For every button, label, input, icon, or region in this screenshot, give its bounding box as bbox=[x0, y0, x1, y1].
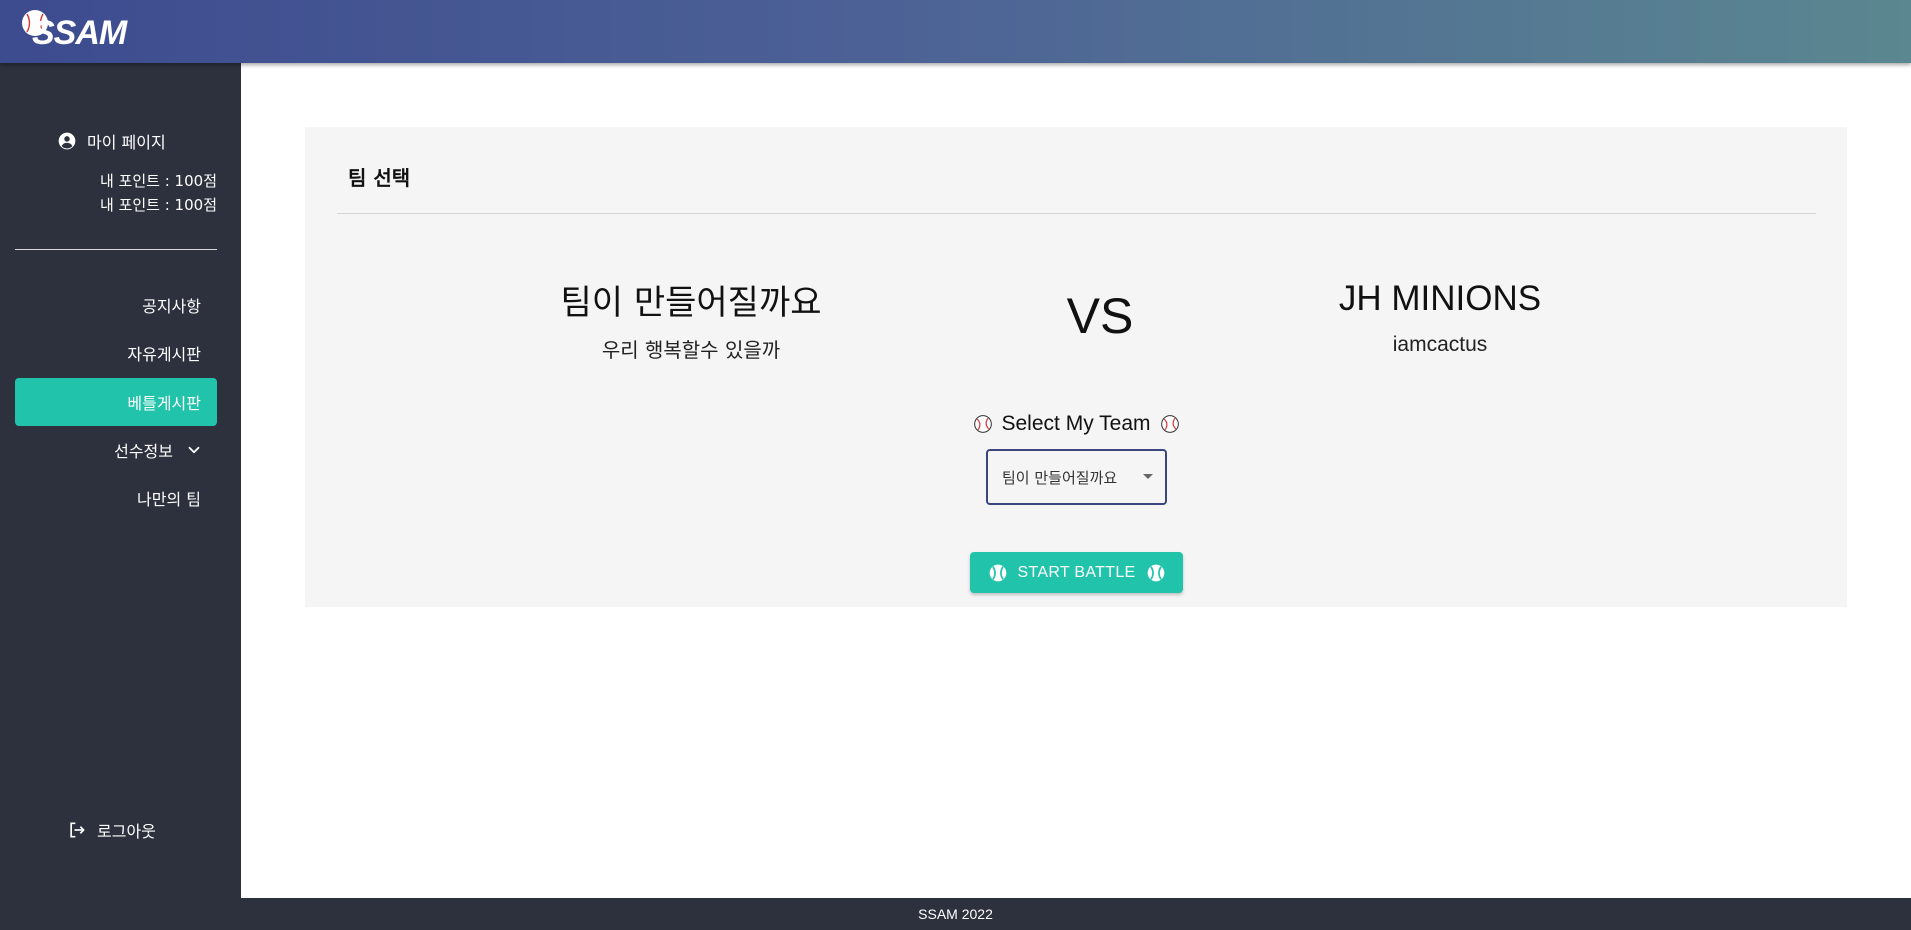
tennis-ball-icon bbox=[989, 564, 1006, 581]
sidebar-item-battle-board[interactable]: 베틀게시판 bbox=[15, 378, 217, 426]
account-circle-icon bbox=[58, 132, 76, 150]
select-team-label: Select My Team bbox=[305, 412, 1847, 436]
sidebar-item-my-team[interactable]: 나만의 팀 bbox=[15, 474, 217, 522]
select-team-text: Select My Team bbox=[1001, 412, 1151, 435]
points-text: 내 포인트 : 100점 bbox=[100, 196, 217, 214]
vs-label: VS bbox=[1066, 288, 1134, 344]
sidebar-item-label: 베틀게시판 bbox=[127, 394, 201, 413]
logout-icon bbox=[70, 822, 85, 838]
sidebar-item-label: 나만의 팀 bbox=[137, 490, 201, 509]
left-team-subtitle: 우리 행복할수 있을까 bbox=[601, 338, 781, 362]
tennis-ball-icon bbox=[1147, 564, 1164, 581]
sidebar-item-label: 자유게시판 bbox=[127, 345, 201, 364]
start-battle-button[interactable]: START BATTLE bbox=[970, 552, 1183, 593]
card-title: 팀 선택 bbox=[348, 166, 411, 190]
team-select-dropdown[interactable]: 팀이 만들어질까요 bbox=[986, 449, 1167, 505]
right-team-subtitle: iamcactus bbox=[1392, 333, 1488, 356]
mypage-label: 마이 페이지 bbox=[87, 133, 166, 152]
right-team-name: JH MINIONS bbox=[1338, 279, 1542, 318]
baseball-icon bbox=[973, 415, 992, 433]
sidebar: 마이 페이지 내 포인트 : 100점 내 포인트 : 100점 공지사항 자유… bbox=[0, 63, 241, 898]
sidebar-item-notice[interactable]: 공지사항 bbox=[15, 281, 217, 329]
sidebar-divider bbox=[15, 249, 217, 250]
sidebar-item-player-info[interactable]: 선수정보 bbox=[15, 426, 217, 474]
dropdown-arrow-icon bbox=[1143, 474, 1153, 479]
sidebar-item-label: 공지사항 bbox=[142, 297, 201, 316]
team-select-card: 팀 선택 팀이 만들어질까요 우리 행복할수 있을까 VS JH MINIONS… bbox=[305, 127, 1847, 607]
chevron-down-icon bbox=[188, 446, 200, 454]
start-battle-label: START BATTLE bbox=[1017, 563, 1136, 581]
right-team: JH MINIONS iamcactus bbox=[1230, 279, 1650, 357]
logout-label: 로그아웃 bbox=[97, 822, 156, 841]
app-header: SSAM bbox=[0, 0, 1911, 63]
card-divider bbox=[337, 213, 1816, 214]
left-team: 팀이 만들어질까요 우리 행복할수 있을까 bbox=[481, 275, 901, 363]
sidebar-item-free-board[interactable]: 자유게시판 bbox=[15, 329, 217, 377]
left-team-name: 팀이 만들어질까요 bbox=[560, 283, 822, 323]
team-select-value: 팀이 만들어질까요 bbox=[1002, 468, 1118, 487]
baseball-icon bbox=[1160, 415, 1179, 433]
logout-button[interactable]: 로그아웃 bbox=[67, 818, 156, 842]
points-text: 내 포인트 : 100점 bbox=[100, 172, 217, 190]
footer-text: SSAM 2022 bbox=[918, 906, 993, 922]
logo-text: SSAM bbox=[32, 14, 127, 52]
app-footer: SSAM 2022 bbox=[0, 898, 1911, 930]
app-logo[interactable]: SSAM bbox=[18, 6, 128, 56]
sidebar-item-label: 선수정보 bbox=[114, 442, 173, 461]
mypage-link[interactable]: 마이 페이지 bbox=[57, 129, 166, 153]
